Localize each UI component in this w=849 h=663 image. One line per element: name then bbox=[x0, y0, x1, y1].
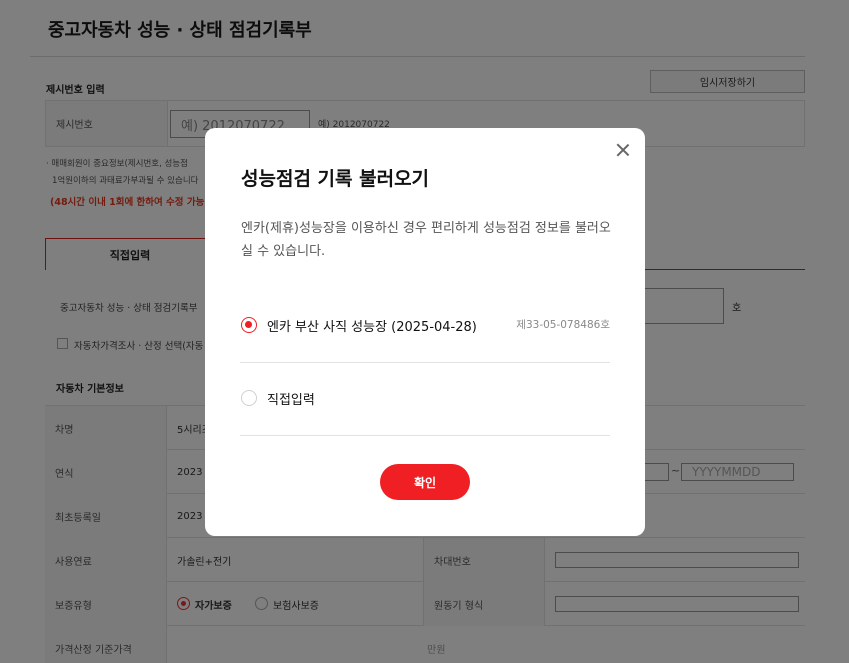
modal-title: 성능점검 기록 불러오기 bbox=[241, 168, 430, 190]
radio-unselected[interactable] bbox=[241, 390, 257, 406]
option-label: 엔카 부산 사직 성능장 (2025-04-28) bbox=[267, 320, 477, 335]
option-label: 직접입력 bbox=[267, 393, 315, 408]
confirm-button[interactable]: 확인 bbox=[380, 464, 470, 500]
option-encar-busan[interactable]: 엔카 부산 사직 성능장 (2025-04-28) 제33-05-078486호 bbox=[240, 317, 610, 363]
radio-selected[interactable] bbox=[241, 317, 257, 333]
close-icon[interactable] bbox=[615, 142, 631, 158]
option-direct-input[interactable]: 직접입력 bbox=[240, 390, 610, 436]
load-record-modal: 성능점검 기록 불러오기 엔카(제휴)성능장을 이용하신 경우 편리하게 성능점… bbox=[205, 128, 645, 536]
modal-description: 엔카(제휴)성능장을 이용하신 경우 편리하게 성능점검 정보를 불러오실 수 … bbox=[241, 221, 611, 259]
option-cert-number: 제33-05-078486호 bbox=[516, 319, 610, 331]
